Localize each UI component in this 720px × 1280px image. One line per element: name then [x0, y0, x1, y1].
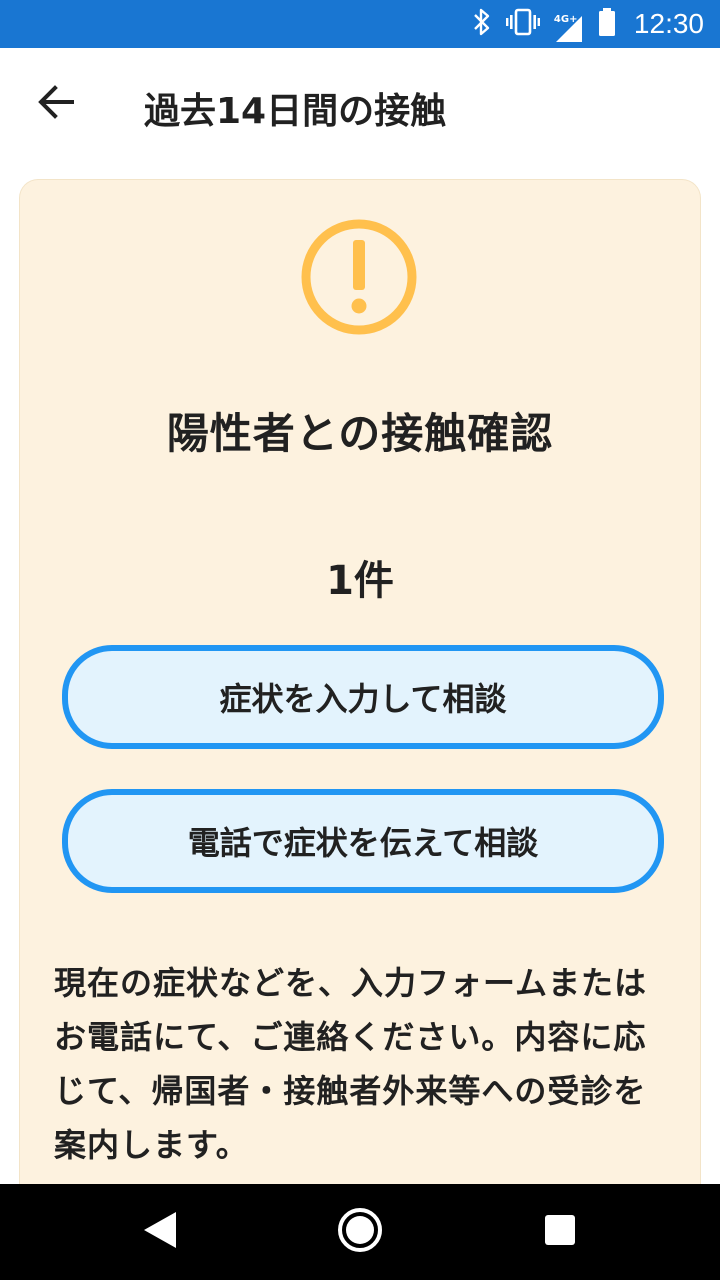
- status-bar: 4G+ 12:30: [0, 0, 720, 48]
- card-title: 陽性者との接触確認: [166, 409, 554, 458]
- input-symptoms-button[interactable]: 症状を入力して相談: [62, 645, 664, 749]
- page-title: 過去14日間の接触: [144, 91, 447, 132]
- app-bar: 過去14日間の接触: [0, 48, 720, 164]
- signal-icon: 4G+: [554, 6, 584, 42]
- system-nav-bar: [0, 1184, 720, 1280]
- nav-home-icon: [337, 1207, 383, 1257]
- nav-recent-button[interactable]: [500, 1184, 620, 1280]
- nav-home-button[interactable]: [300, 1184, 420, 1280]
- status-icons: 4G+ 12:30: [472, 0, 704, 48]
- contact-confirmation-card: 陽性者との接触確認 1件 症状を入力して相談 電話で症状を伝えて相談 現在の症状…: [20, 180, 700, 1220]
- arrow-left-icon: [36, 82, 76, 126]
- status-time: 12:30: [633, 8, 704, 39]
- bluetooth-icon: [472, 7, 492, 41]
- nav-back-button[interactable]: [100, 1184, 220, 1280]
- vibrate-icon: [505, 7, 540, 41]
- contact-count: 1件: [326, 558, 394, 604]
- nav-back-icon: [140, 1209, 180, 1255]
- nav-recent-icon: [543, 1213, 577, 1251]
- guidance-text: 現在の症状などを、入力フォームまたはお電話にて、ご連絡ください。内容に応じて、帰…: [54, 964, 648, 1164]
- battery-icon: [598, 7, 616, 41]
- phone-consult-button[interactable]: 電話で症状を伝えて相談: [62, 789, 664, 893]
- exclamation-circle-icon: [300, 218, 418, 336]
- back-button[interactable]: [24, 76, 88, 132]
